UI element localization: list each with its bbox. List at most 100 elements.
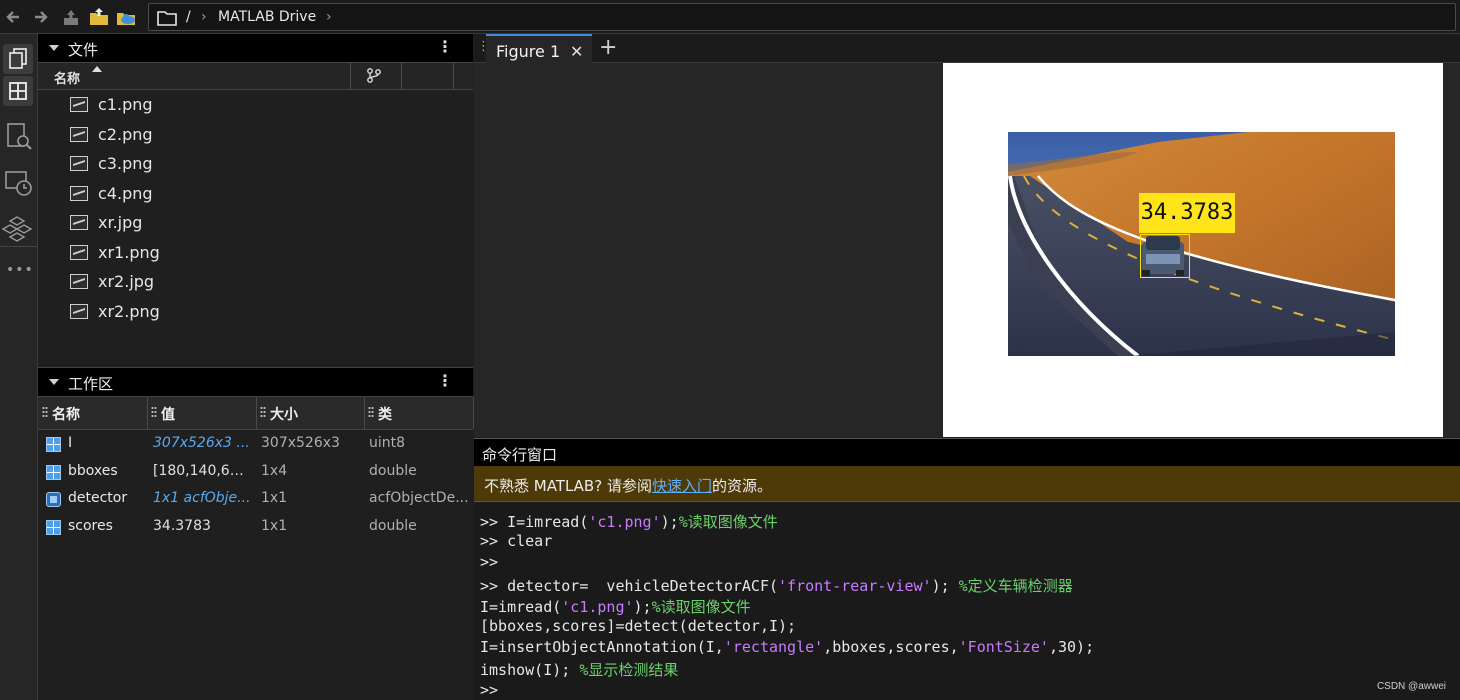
- more-icon[interactable]: •••: [6, 262, 34, 278]
- variable-row[interactable]: I 307x526x3 ... 307x526x3 uint8: [38, 430, 473, 458]
- files-panel-menu-icon[interactable]: ⋮: [437, 37, 453, 56]
- file-list-item[interactable]: c1.png: [38, 91, 473, 119]
- workspace-panel: 工作区 ⋮ 名称 值 大小 类 I 307x526x3 ... 307x526x3 u…: [38, 367, 474, 700]
- command-line: [bboxes,scores]=detect(detector,I);: [480, 617, 796, 635]
- ws-class-column-header[interactable]: 类: [364, 397, 474, 429]
- ws-value-column-label: 值: [161, 407, 175, 423]
- sort-ascending-icon[interactable]: [92, 66, 102, 72]
- matrix-icon: [46, 519, 61, 535]
- breadcrumb-root[interactable]: /: [186, 9, 191, 25]
- file-list-item[interactable]: xr2.png: [38, 298, 473, 326]
- command-line: >> clear: [480, 532, 552, 550]
- variable-size: 1x1: [261, 490, 288, 506]
- workspace-view-button[interactable]: [3, 76, 33, 106]
- workspace-panel-title: 工作区: [68, 375, 114, 393]
- ws-size-column-header[interactable]: 大小: [256, 397, 365, 429]
- banner-suffix: 的资源。: [711, 477, 772, 495]
- code-string: 'c1.png': [561, 597, 634, 616]
- file-list-item[interactable]: c3.png: [38, 150, 473, 178]
- files-view-button[interactable]: [3, 44, 33, 74]
- file-list-item[interactable]: xr2.jpg: [38, 268, 473, 296]
- command-window-header[interactable]: 命令行窗口: [474, 438, 1460, 466]
- name-column-label: 名称: [54, 72, 81, 87]
- collapse-triangle-icon[interactable]: [49, 379, 59, 385]
- browse-folder-icon[interactable]: [89, 7, 109, 27]
- quick-start-link[interactable]: 快速入门: [652, 477, 712, 495]
- name-column-header[interactable]: 名称: [38, 63, 351, 89]
- getting-started-banner: 不熟悉 MATLAB? 请参阅快速入门的资源。: [474, 466, 1460, 502]
- file-list-item[interactable]: c2.png: [38, 121, 473, 149]
- variable-name: I: [68, 435, 73, 451]
- back-arrow-icon[interactable]: [4, 7, 24, 27]
- command-line: I=imread('c1.png');%读取图像文件: [480, 596, 751, 617]
- command-history-icon[interactable]: [4, 168, 34, 198]
- cloud-folder-icon[interactable]: [116, 7, 136, 27]
- variable-size: 307x526x3: [261, 435, 340, 451]
- code-text: ,bboxes,scores,: [823, 638, 959, 657]
- forward-arrow-icon[interactable]: [30, 7, 50, 27]
- variable-value[interactable]: 307x526x3 ...: [153, 435, 251, 451]
- watermark: CSDN @awwei: [1376, 681, 1446, 692]
- file-name: c3.png: [98, 154, 153, 173]
- breadcrumb-matlab-drive[interactable]: MATLAB Drive: [218, 9, 316, 25]
- folder-icon: [157, 11, 177, 26]
- command-window-output[interactable]: >> I=imread('c1.png');%读取图像文件 >> clear >> >…: [474, 503, 1460, 700]
- drag-grip-icon[interactable]: [260, 406, 266, 418]
- source-control-column-header[interactable]: [350, 63, 402, 89]
- variable-size: 1x1: [261, 517, 288, 534]
- add-ons-icon[interactable]: [2, 214, 32, 244]
- search-files-icon[interactable]: [4, 122, 34, 152]
- ws-value-column-header[interactable]: 值: [147, 397, 257, 429]
- workspace-panel-menu-icon[interactable]: ⋮: [437, 371, 453, 390]
- ws-name-column-label: 名称: [52, 407, 80, 423]
- code-text: );: [931, 576, 959, 595]
- variable-row[interactable]: bboxes [180,140,67,... 1x4 double: [38, 458, 473, 486]
- breadcrumb-chevron-icon[interactable]: ›: [326, 9, 332, 25]
- ws-name-column-header[interactable]: 名称: [38, 397, 148, 429]
- figure-tab-bar: ⋮ Figure 1 ✕ +: [474, 34, 1460, 65]
- drag-grip-icon[interactable]: [368, 406, 374, 418]
- command-prompt: >>: [480, 513, 508, 531]
- collapse-triangle-icon[interactable]: [49, 45, 59, 51]
- banner-prefix: 不熟悉 MATLAB? 请参阅: [484, 477, 652, 495]
- variable-class: uint8: [369, 435, 406, 451]
- extra-column-header[interactable]: [401, 63, 454, 89]
- address-bar[interactable]: / › MATLAB Drive ›: [148, 3, 1456, 31]
- file-column-headers: 名称: [38, 63, 473, 90]
- code-text: I=imread(: [507, 513, 589, 531]
- figure-canvas[interactable]: 34.3783: [943, 63, 1443, 437]
- code-text: imshow(I);: [480, 661, 580, 680]
- variable-row[interactable]: scores 34.3783 1x1 double: [38, 513, 473, 541]
- figure-tab-label: Figure 1: [496, 42, 561, 61]
- ws-class-column-label: 类: [378, 407, 392, 423]
- workspace-panel-header[interactable]: 工作区 ⋮: [38, 368, 473, 397]
- navigation-bar: / › MATLAB Drive ›: [0, 0, 1460, 34]
- variable-name: scores: [68, 517, 113, 534]
- files-panel-header[interactable]: 文件 ⋮: [38, 34, 473, 63]
- file-list-item[interactable]: c4.png: [38, 180, 473, 208]
- command-window-title: 命令行窗口: [482, 446, 558, 464]
- variable-row[interactable]: detector 1x1 acfObje... 1x1 acfObjectDe...: [38, 485, 473, 513]
- drag-grip-icon[interactable]: [42, 406, 48, 418]
- activity-bar: •••: [0, 34, 38, 700]
- files-panel-title: 文件: [68, 41, 99, 59]
- file-list-item[interactable]: xr1.png: [38, 239, 473, 267]
- files-panel: 文件 ⋮ 名称 c1.png c2.png c3.png c4.png xr.jpg xr…: [38, 34, 473, 367]
- code-text: );: [633, 597, 652, 616]
- variable-value: 34.3783: [153, 517, 211, 534]
- tab-figure-1[interactable]: Figure 1 ✕: [486, 34, 592, 65]
- add-figure-tab-icon[interactable]: +: [599, 35, 617, 60]
- up-folder-icon[interactable]: [61, 7, 81, 27]
- code-comment: %读取图像文件: [651, 597, 751, 616]
- file-name: xr.jpg: [98, 213, 143, 232]
- close-tab-icon[interactable]: ✕: [570, 42, 583, 61]
- detection-bounding-box: [1140, 234, 1190, 278]
- file-list-item[interactable]: xr.jpg: [38, 209, 473, 237]
- branch-icon: [367, 68, 381, 83]
- code-text: detector= vehicleDetectorACF(: [507, 576, 779, 595]
- code-string: 'FontSize': [958, 638, 1049, 657]
- image-file-icon: [70, 215, 88, 230]
- banner-text: 不熟悉 MATLAB? 请参阅快速入门的资源。: [484, 475, 772, 496]
- variable-value[interactable]: 1x1 acfObje...: [153, 490, 251, 506]
- drag-grip-icon[interactable]: [151, 406, 157, 418]
